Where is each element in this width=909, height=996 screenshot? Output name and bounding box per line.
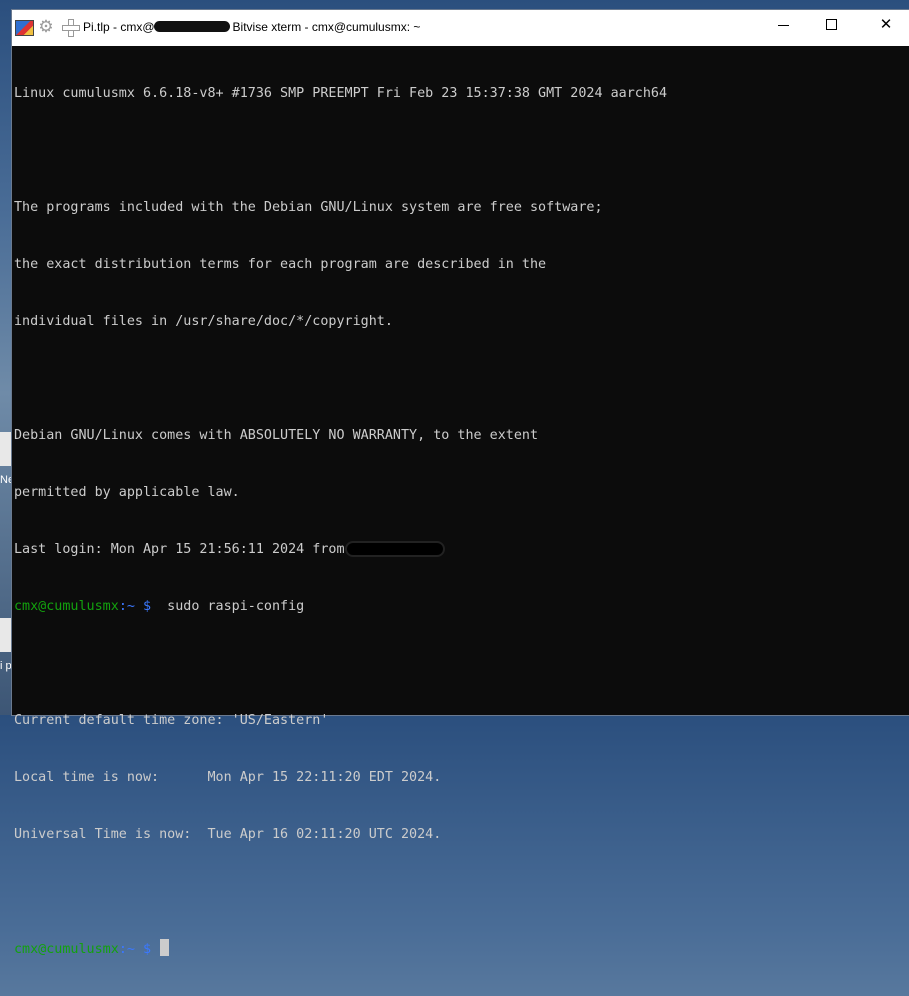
prompt-user: cmx@cumulusmx: [14, 599, 119, 614]
redacted-address: [346, 543, 443, 555]
plus-icon[interactable]: [61, 18, 80, 37]
terminal-line: Linux cumulusmx 6.6.18-v8+ #1736 SMP PRE…: [14, 86, 668, 101]
terminal-line: Current default time zone: 'US/Eastern': [14, 713, 329, 728]
terminal-line: permitted by applicable law.: [14, 485, 240, 500]
text-cursor: [160, 939, 170, 956]
command-text: sudo raspi-config: [151, 599, 305, 614]
title-bar[interactable]: ⚙ Pi.tlp - cmx@ Bitvise xterm - cmx@cumul…: [12, 10, 909, 46]
terminal-line: Debian GNU/Linux comes with ABSOLUTELY N…: [14, 428, 539, 443]
prompt-path: :~ $: [118, 942, 152, 957]
terminal-line: Universal Time is now: Tue Apr 16 02:11:…: [14, 827, 442, 842]
app-icon[interactable]: [15, 20, 34, 36]
terminal-output[interactable]: Linux cumulusmx 6.6.18-v8+ #1736 SMP PRE…: [14, 46, 909, 957]
command-line: cmx@cumulusmx:~ $ sudo raspi-config: [14, 597, 909, 616]
gear-icon[interactable]: ⚙: [37, 18, 55, 36]
redacted-host: [154, 21, 230, 32]
close-button[interactable]: ✕: [863, 10, 909, 40]
terminal-window: ⚙ Pi.tlp - cmx@ Bitvise xterm - cmx@cumul…: [12, 10, 909, 957]
last-login-line: Last login: Mon Apr 15 21:56:11 2024 fro…: [14, 540, 909, 559]
maximize-button[interactable]: [809, 10, 855, 40]
terminal-line: The programs included with the Debian GN…: [14, 200, 603, 215]
terminal-line: the exact distribution terms for each pr…: [14, 257, 547, 272]
prompt-user: cmx@cumulusmx: [14, 942, 119, 957]
terminal-line: Local time is now: Mon Apr 15 22:11:20 E…: [14, 770, 442, 785]
active-prompt-line[interactable]: cmx@cumulusmx:~ $: [14, 939, 909, 958]
prompt-path: :~ $: [118, 599, 152, 614]
desktop-icon-label: i p: [0, 660, 12, 672]
window-title: Pi.tlp - cmx@ Bitvise xterm - cmx@cumulus…: [83, 20, 421, 34]
terminal-line: individual files in /usr/share/doc/*/cop…: [14, 314, 393, 329]
minimize-button[interactable]: [761, 10, 807, 40]
